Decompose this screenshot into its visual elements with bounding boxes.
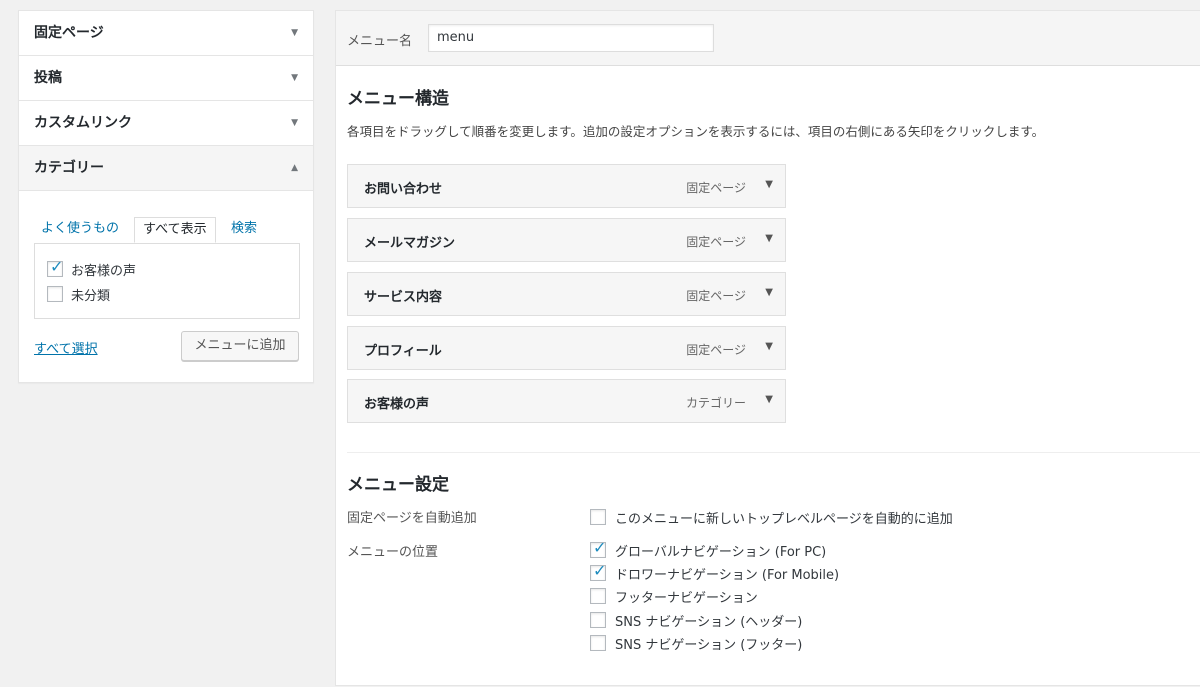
menu-item[interactable]: お客様の声 カテゴリー ▼ (347, 379, 786, 423)
arrow-down-icon: ▼ (291, 118, 298, 128)
option-label: このメニューに新しいトップレベルページを自動的に追加 (615, 512, 953, 527)
menu-item-title: お客様の声 (364, 397, 430, 412)
menu-item-title: サービス内容 (364, 290, 443, 305)
expand-arrow-icon[interactable]: ▼ (765, 233, 773, 244)
arrow-down-icon: ▼ (291, 73, 298, 83)
accordion-custom-links[interactable]: カスタムリンク ▼ (19, 101, 313, 146)
select-all-link[interactable]: すべて選択 (34, 338, 98, 357)
expand-arrow-icon[interactable]: ▼ (765, 287, 773, 298)
option-label: フッターナビゲーション (615, 591, 758, 606)
checkbox[interactable] (47, 286, 63, 302)
tab-view-all[interactable]: すべて表示 (134, 217, 216, 243)
menu-structure-title: メニュー構造 (347, 89, 449, 109)
accordion-posts[interactable]: 投稿 ▼ (19, 56, 313, 101)
categories-panel: よく使うもの すべて表示 検索 ✓ お客様の声 未分類 すべて選択 メニューに追… (19, 191, 313, 379)
accordion-categories[interactable]: カテゴリー ▲ (19, 146, 313, 191)
menu-settings-title: メニュー設定 (347, 475, 449, 495)
menu-item[interactable]: サービス内容 固定ページ ▼ (347, 272, 786, 316)
add-to-menu-button[interactable]: メニューに追加 (181, 331, 299, 361)
menu-edit-panel: メニュー名 menu メニュー構造 各項目をドラッグして順番を変更します。追加の… (335, 10, 1200, 686)
accordion-label: 固定ページ (34, 25, 104, 41)
menu-item-type: 固定ページ (686, 343, 746, 357)
checkbox[interactable] (590, 509, 606, 525)
category-label: 未分類 (71, 289, 111, 304)
menu-name-label: メニュー名 (347, 34, 413, 49)
menu-item-type: 固定ページ (686, 181, 746, 195)
option-label: グローバルナビゲーション (For PC) (615, 545, 827, 560)
menu-item[interactable]: プロフィール 固定ページ ▼ (347, 326, 786, 370)
menu-header: メニュー名 menu (336, 11, 1200, 66)
arrow-up-icon: ▲ (291, 163, 298, 173)
category-label: お客様の声 (71, 264, 137, 279)
menu-item[interactable]: メールマガジン 固定ページ ▼ (347, 218, 786, 262)
option-label: ドロワーナビゲーション (For Mobile) (615, 568, 840, 583)
checkbox[interactable] (590, 588, 606, 604)
accordion-label: カスタムリンク (34, 115, 132, 131)
checkbox[interactable]: ✓ (590, 538, 606, 558)
expand-arrow-icon[interactable]: ▼ (765, 341, 773, 352)
option-label: SNS ナビゲーション (フッター) (615, 638, 803, 653)
checkbox[interactable]: ✓ (47, 257, 63, 277)
menu-item-type: カテゴリー (685, 396, 746, 410)
tab-most-used[interactable]: よく使うもの (41, 217, 119, 243)
option-label: SNS ナビゲーション (ヘッダー) (615, 615, 803, 630)
menu-item-title: プロフィール (364, 344, 442, 359)
checkmark-icon: ✓ (50, 257, 64, 276)
checkbox[interactable] (590, 612, 606, 628)
category-checklist: ✓ お客様の声 未分類 (34, 243, 300, 319)
menu-item-type: 固定ページ (686, 289, 746, 303)
accordion-pages[interactable]: 固定ページ ▼ (19, 11, 313, 56)
expand-arrow-icon[interactable]: ▼ (765, 394, 773, 405)
accordion-label: 投稿 (34, 70, 62, 86)
section-divider (347, 452, 1200, 453)
menu-item-title: お問い合わせ (364, 182, 443, 197)
checkbox[interactable]: ✓ (590, 561, 606, 581)
add-menu-items-panel: 固定ページ ▼ 投稿 ▼ カスタムリンク ▼ カテゴリー ▲ よく使うもの すべ… (18, 10, 314, 383)
checkbox[interactable] (590, 635, 606, 651)
checkmark-icon: ✓ (593, 538, 607, 557)
menu-structure-description: 各項目をドラッグして順番を変更します。追加の設定オプションを表示するには、項目の… (347, 124, 1045, 139)
menu-item[interactable]: お問い合わせ 固定ページ ▼ (347, 164, 786, 208)
checkmark-icon: ✓ (593, 561, 607, 580)
menu-item-type: 固定ページ (686, 235, 746, 249)
menu-location-label: メニューの位置 (347, 545, 439, 560)
auto-add-label: 固定ページを自動追加 (347, 511, 477, 526)
tab-search[interactable]: 検索 (231, 217, 257, 243)
accordion-label: カテゴリー (34, 160, 104, 176)
menu-item-title: メールマガジン (364, 236, 456, 251)
expand-arrow-icon[interactable]: ▼ (765, 179, 773, 190)
menu-name-input[interactable]: menu (428, 24, 714, 52)
arrow-down-icon: ▼ (291, 28, 298, 38)
